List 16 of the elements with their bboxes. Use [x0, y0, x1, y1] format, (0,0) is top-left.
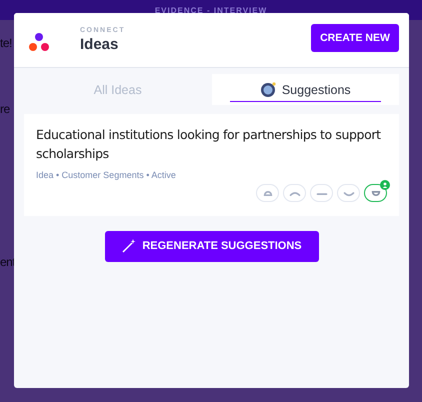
face-icon	[262, 190, 272, 196]
person-badge-icon	[380, 180, 390, 190]
banner-title: EVIDENCE - INTERVIEW	[154, 6, 268, 14]
face-icon	[344, 190, 354, 196]
background-text: te!	[0, 36, 12, 50]
face-icon	[290, 190, 300, 196]
tab[interactable]: Suggestions	[212, 74, 399, 105]
regenerate-button[interactable]: REGENERATE SUGGESTIONS	[104, 230, 318, 262]
modal-title: Ideas	[80, 36, 120, 53]
face-icon	[370, 190, 380, 196]
suggestion-title: Educational institutions looking for partnerships to support scholarships	[36, 126, 382, 163]
background-text: re	[0, 102, 10, 116]
suggestion-meta: Idea • Customer Segments • Active	[36, 170, 177, 180]
magic-wand-icon	[121, 238, 138, 254]
logo-icon	[28, 32, 50, 54]
create-new-button[interactable]: CREATE NEW	[311, 24, 399, 52]
